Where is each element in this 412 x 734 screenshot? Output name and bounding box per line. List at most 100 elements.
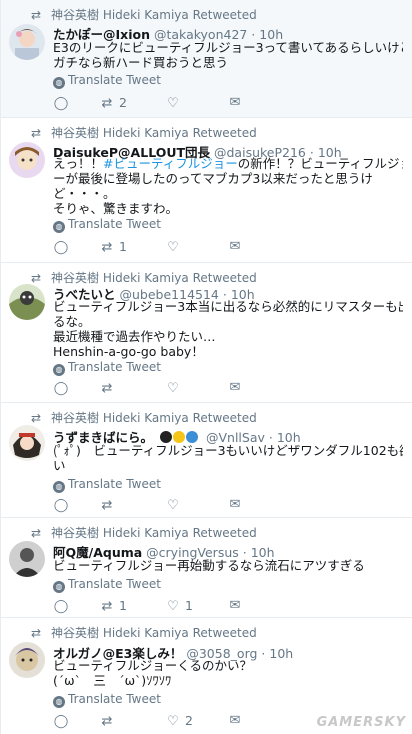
retweet-icon: ⇄ bbox=[31, 126, 42, 140]
retweet-icon: ⇄ bbox=[31, 526, 42, 540]
heart-icon: ♡ bbox=[167, 240, 179, 255]
like-button[interactable]: ♡ bbox=[165, 95, 185, 111]
translate-tweet-link[interactable]: ◍ Translate Tweet bbox=[53, 73, 161, 89]
retweet-button[interactable]: ⇄ bbox=[99, 713, 119, 729]
translate-tweet-link[interactable]: ◍ Translate Tweet bbox=[53, 577, 161, 593]
tweet-feed: ⇄ 神谷英樹 Hideki Kamiya Retweeted たかぽー@Ixion… bbox=[0, 0, 412, 734]
tweet-actions: ◯ ⇄ ♡ ✉ bbox=[53, 380, 303, 398]
envelope-icon: ✉ bbox=[229, 598, 241, 613]
reply-button[interactable]: ◯ bbox=[53, 713, 73, 729]
retweet-button[interactable]: ⇄ bbox=[99, 497, 119, 513]
globe-icon: ◍ bbox=[53, 581, 65, 593]
avatar[interactable] bbox=[9, 284, 45, 320]
reply-button[interactable]: ◯ bbox=[53, 497, 73, 513]
reply-icon: ◯ bbox=[53, 96, 69, 111]
retweet-button[interactable]: ⇄ 1 bbox=[99, 598, 127, 614]
retweet-icon: ⇄ bbox=[31, 626, 42, 640]
retweet-button[interactable]: ⇄ 2 bbox=[99, 95, 127, 111]
direct-message-button[interactable]: ✉ bbox=[227, 380, 243, 395]
avatar[interactable] bbox=[9, 642, 45, 678]
tweet-text: ビューティフルジョー再始動するなら流石にアツすぎる bbox=[53, 558, 365, 573]
direct-message-button[interactable]: ✉ bbox=[227, 497, 243, 512]
retweet-button[interactable]: ⇄ bbox=[99, 380, 119, 396]
retweet-button[interactable]: ⇄ 1 bbox=[99, 239, 127, 255]
tweet-text: えっ！！#ビューティフルジョーの新作！？ビューティフルジョ ーが最後に登場したの… bbox=[53, 156, 403, 216]
globe-icon: ◍ bbox=[53, 481, 65, 493]
envelope-icon: ✉ bbox=[229, 239, 241, 254]
tweet-actions: ◯ ⇄ 2 ♡ ✉ bbox=[53, 95, 303, 113]
heart-icon: ♡ bbox=[167, 498, 179, 513]
envelope-icon: ✉ bbox=[229, 497, 241, 512]
like-button[interactable]: ♡ 1 bbox=[165, 598, 193, 614]
retweet-icon: ⇄ bbox=[101, 96, 113, 111]
globe-icon: ◍ bbox=[53, 696, 65, 708]
tweet-text: ビューティフルジョー3本当に出るなら必然的にリマスターも出 るな。 最近機種で過… bbox=[53, 299, 403, 359]
tweet-card[interactable]: ⇄ 神谷英樹 Hideki Kamiya Retweeted 阿Q魔/Aquma … bbox=[1, 518, 412, 618]
tweet-text: ビューティフルジョーくるのかい？ (´ω` 三 ´ω`)ｿﾜｿﾜ bbox=[53, 658, 253, 688]
translate-tweet-link[interactable]: ◍ Translate Tweet bbox=[53, 217, 161, 233]
reply-icon: ◯ bbox=[53, 714, 69, 729]
retweet-context: ⇄ 神谷英樹 Hideki Kamiya Retweeted bbox=[31, 626, 257, 640]
hashtag-link[interactable]: #ビューティフルジョー bbox=[103, 156, 238, 171]
tweet-card[interactable]: ⇄ 神谷英樹 Hideki Kamiya Retweeted うずまきばにら。 @… bbox=[1, 403, 412, 518]
reply-icon: ◯ bbox=[53, 599, 69, 614]
retweet-icon: ⇄ bbox=[101, 714, 113, 729]
direct-message-button[interactable]: ✉ bbox=[227, 95, 243, 110]
envelope-icon: ✉ bbox=[229, 713, 241, 728]
retweet-icon: ⇄ bbox=[101, 240, 113, 255]
retweet-context: ⇄ 神谷英樹 Hideki Kamiya Retweeted bbox=[31, 411, 257, 425]
reply-button[interactable]: ◯ bbox=[53, 598, 73, 614]
retweet-context: ⇄ 神谷英樹 Hideki Kamiya Retweeted bbox=[31, 126, 257, 140]
translate-tweet-link[interactable]: ◍ Translate Tweet bbox=[53, 477, 161, 493]
tweet-text: E3のリークにビューティフルジョー3って書いてあるらしいけど ガチなら新ハード買… bbox=[53, 40, 403, 70]
globe-icon: ◍ bbox=[53, 77, 65, 89]
avatar[interactable] bbox=[9, 541, 45, 577]
tweet-actions: ◯ ⇄ ♡ ✉ bbox=[53, 497, 303, 515]
heart-icon: ♡ bbox=[167, 599, 179, 614]
tweet-text: (ﾟｫﾟ) ビューティフルジョー3もいいけどザワンダフル102も欲し い bbox=[53, 443, 403, 473]
retweet-icon: ⇄ bbox=[101, 381, 113, 396]
penguin-emoji-icon bbox=[160, 431, 172, 443]
avatar[interactable] bbox=[9, 425, 45, 461]
translate-tweet-link[interactable]: ◍ Translate Tweet bbox=[53, 692, 161, 708]
avatar[interactable] bbox=[9, 24, 45, 60]
tweet-card[interactable]: ⇄ 神谷英樹 Hideki Kamiya Retweeted たかぽー@Ixion… bbox=[1, 0, 412, 118]
reply-button[interactable]: ◯ bbox=[53, 95, 73, 111]
retweet-context: ⇄ 神谷英樹 Hideki Kamiya Retweeted bbox=[31, 8, 257, 22]
retweet-icon: ⇄ bbox=[31, 271, 42, 285]
globe-icon: ◍ bbox=[53, 364, 65, 376]
heart-icon: ♡ bbox=[167, 96, 179, 111]
like-button[interactable]: ♡ bbox=[165, 380, 185, 396]
envelope-icon: ✉ bbox=[229, 380, 241, 395]
tweet-actions: ◯ ⇄ 1 ♡ ✉ bbox=[53, 239, 303, 257]
retweet-context: ⇄ 神谷英樹 Hideki Kamiya Retweeted bbox=[31, 526, 257, 540]
reply-button[interactable]: ◯ bbox=[53, 239, 73, 255]
direct-message-button[interactable]: ✉ bbox=[227, 598, 243, 613]
retweet-icon: ⇄ bbox=[31, 8, 42, 22]
tweet-actions: ◯ ⇄ ♡ 2 ✉ bbox=[53, 713, 303, 731]
reply-button[interactable]: ◯ bbox=[53, 380, 73, 396]
reply-icon: ◯ bbox=[53, 498, 69, 513]
reply-icon: ◯ bbox=[53, 381, 69, 396]
heart-icon: ♡ bbox=[167, 381, 179, 396]
watermark: GAMERSKY bbox=[316, 715, 406, 730]
avatar[interactable] bbox=[9, 142, 45, 178]
tweet-card[interactable]: ⇄ 神谷英樹 Hideki Kamiya Retweeted DaisukeP@A… bbox=[1, 118, 412, 263]
retweet-icon: ⇄ bbox=[101, 498, 113, 513]
heart-icon: ♡ bbox=[167, 714, 179, 729]
like-button[interactable]: ♡ bbox=[165, 497, 185, 513]
wave-emoji-icon bbox=[186, 431, 198, 443]
direct-message-button[interactable]: ✉ bbox=[227, 713, 243, 728]
retweet-icon: ⇄ bbox=[31, 411, 42, 425]
retweet-icon: ⇄ bbox=[101, 599, 113, 614]
globe-icon: ◍ bbox=[53, 221, 65, 233]
envelope-icon: ✉ bbox=[229, 95, 241, 110]
like-button[interactable]: ♡ bbox=[165, 239, 185, 255]
reply-icon: ◯ bbox=[53, 240, 69, 255]
sun-emoji-icon bbox=[173, 431, 185, 443]
tweet-card[interactable]: ⇄ 神谷英樹 Hideki Kamiya Retweeted うべたいと @ube… bbox=[1, 263, 412, 403]
tweet-actions: ◯ ⇄ 1 ♡ 1 ✉ bbox=[53, 598, 303, 616]
translate-tweet-link[interactable]: ◍ Translate Tweet bbox=[53, 360, 161, 376]
direct-message-button[interactable]: ✉ bbox=[227, 239, 243, 254]
like-button[interactable]: ♡ 2 bbox=[165, 713, 193, 729]
